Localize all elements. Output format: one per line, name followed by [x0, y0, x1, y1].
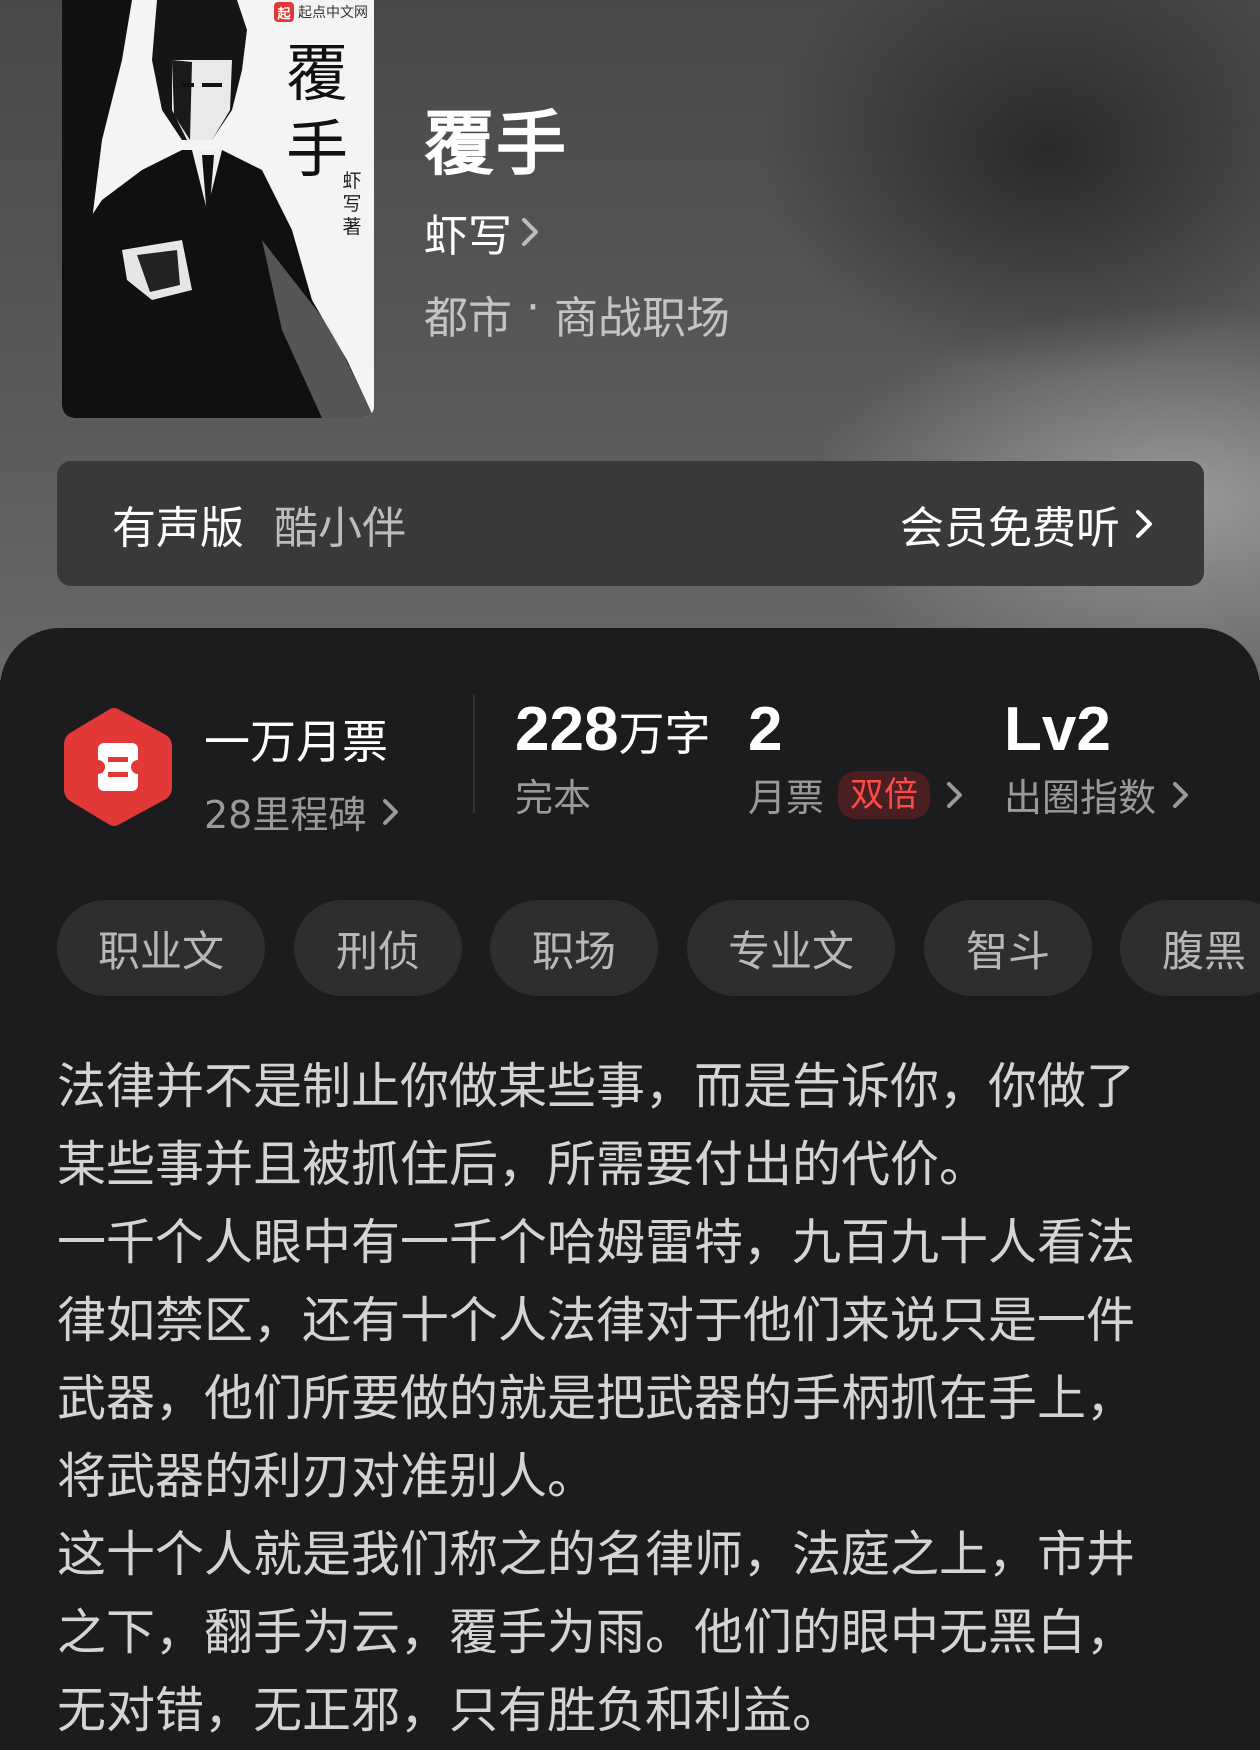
genre[interactable]: 都市	[424, 282, 512, 346]
popularity-index-stat[interactable]: Lv2 出圈指数	[1004, 694, 1192, 822]
synopsis-paragraph: 法律并不是制止你做某些事，而是告诉你，你做了某些事并且被抓住后，所需要付出的代价…	[57, 1058, 1136, 1193]
chevron-right-icon	[947, 781, 963, 808]
tag-list: 职业文 刑侦 职场 专业文 智斗 腹黑	[57, 900, 1260, 1000]
monthly-ticket-stat[interactable]: 2 月票 双倍	[748, 694, 966, 822]
word-count-unit: 万字	[618, 707, 711, 761]
word-count-number: 228	[515, 695, 619, 764]
member-free-listen-label: 会员免费听	[900, 502, 1120, 554]
cover-logo-text: 起点中文网	[298, 5, 368, 21]
tag-chip[interactable]: 智斗	[924, 900, 1092, 996]
author-name: 虾写	[424, 211, 512, 262]
member-free-listen-button[interactable]: 会员免费听	[900, 492, 1156, 556]
cover-title: 覆 手	[272, 36, 362, 188]
double-badge: 双倍	[838, 770, 931, 819]
monthly-ticket-label: 月票	[748, 776, 825, 820]
milestone-stat[interactable]: 一万月票 28里程碑	[204, 706, 402, 839]
word-count-row: 228万字	[515, 694, 710, 765]
author-link[interactable]: 虾写	[424, 200, 546, 264]
subgenre[interactable]: 商战职场	[554, 282, 730, 346]
genre-line: 都市 · 商战职场	[424, 282, 730, 346]
synopsis-paragraph: 这十个人就是我们称之的名律师，法庭之上，市井之下，翻手为云，覆手为雨。他们的眼中…	[57, 1526, 1136, 1739]
chevron-right-icon	[1136, 509, 1152, 538]
tag-chip[interactable]: 职场	[490, 900, 658, 996]
stat-divider	[473, 695, 475, 813]
tag-chip[interactable]: 腹黑	[1120, 900, 1260, 996]
qidian-logo-icon: 起	[274, 2, 294, 22]
audio-version-bar[interactable]: 有声版 酷小伴 会员免费听	[57, 461, 1204, 586]
milestone-title: 一万月票	[204, 715, 388, 769]
popularity-level: Lv2	[1004, 695, 1111, 764]
tag-chip[interactable]: 职业文	[57, 900, 265, 996]
monthly-ticket-row: 月票 双倍	[748, 767, 966, 822]
popularity-label: 出圈指数	[1004, 776, 1157, 820]
chevron-right-icon	[383, 798, 399, 825]
word-count-stat: 228万字 完本	[515, 694, 710, 822]
cover-author: 虾写著	[342, 170, 362, 238]
milestone-sub: 28里程碑	[204, 793, 367, 837]
chevron-right-icon	[522, 218, 538, 246]
synopsis-paragraph: 一千个人眼中有一千个哈姆雷特，九百九十人看法律如禁区，还有十个人法律对于他们来说…	[57, 1214, 1136, 1505]
synopsis[interactable]: 法律并不是制止你做某些事，而是告诉你，你做了某些事并且被抓住后，所需要付出的代价…	[57, 1048, 1175, 1750]
cover-logo: 起 起点中文网	[274, 2, 368, 22]
monthly-ticket-icon	[64, 708, 172, 826]
genre-separator: ·	[526, 282, 540, 333]
chevron-right-icon	[1173, 781, 1189, 808]
tag-chip[interactable]: 刑侦	[294, 900, 462, 996]
audio-version-label: 有声版	[112, 502, 244, 554]
monthly-ticket-count: 2	[748, 695, 783, 764]
audio-narrator: 酷小伴	[274, 502, 406, 554]
completion-status: 完本	[515, 776, 592, 820]
popularity-row: 出圈指数	[1004, 767, 1192, 822]
book-title: 覆手	[424, 102, 568, 185]
cover-title-line1: 覆	[285, 37, 348, 110]
milestone-sub-row: 28里程碑	[204, 784, 402, 839]
tag-chip[interactable]: 专业文	[687, 900, 895, 996]
book-cover[interactable]: 起 起点中文网 覆 手 虾写著	[62, 0, 374, 418]
